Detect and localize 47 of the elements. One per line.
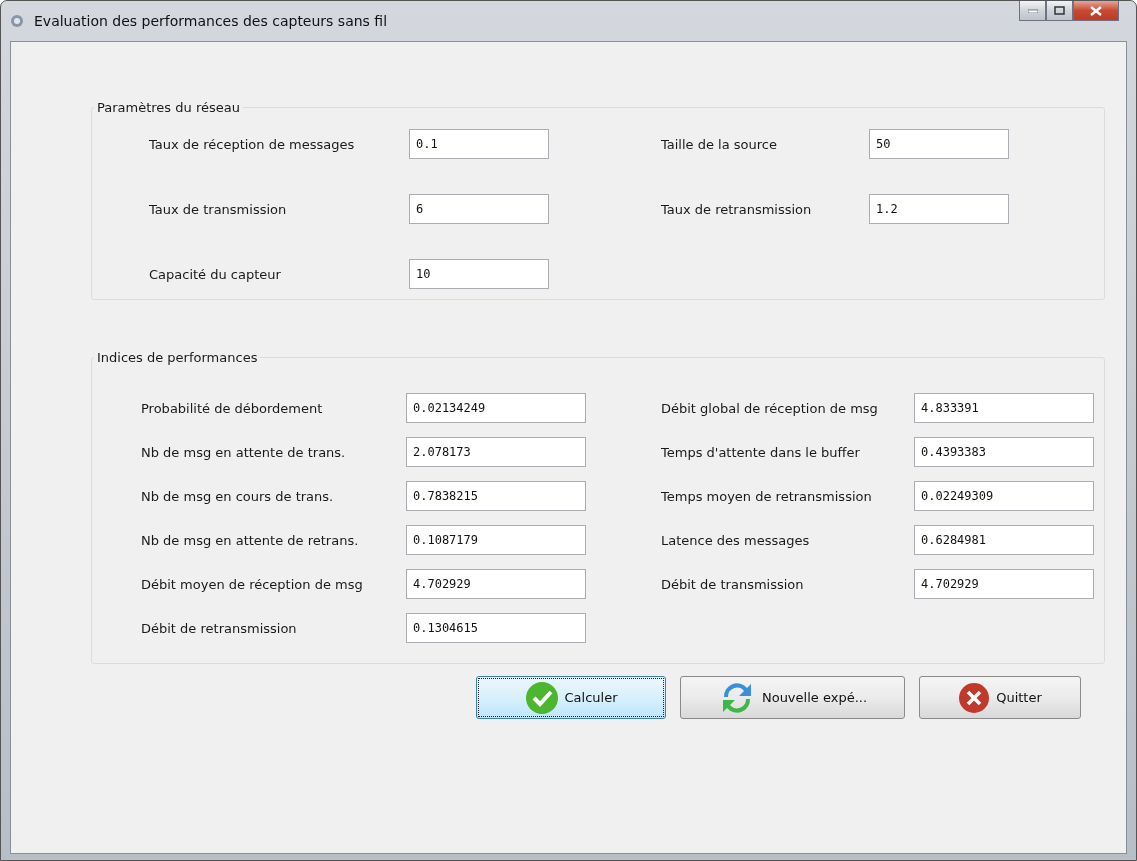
field-label: Probabilité de débordement — [141, 400, 324, 416]
input-field[interactable]: 0.02134249 — [406, 393, 586, 423]
maximize-button[interactable] — [1046, 1, 1073, 21]
field-label: Temps d'attente dans le buffer — [661, 444, 861, 460]
field-label: Nb de msg en attente de trans. — [141, 444, 347, 460]
input-field[interactable]: 1.2 — [869, 194, 1009, 224]
input-field[interactable]: 0.1087179 — [406, 525, 586, 555]
input-field[interactable]: 4.833391 — [914, 393, 1094, 423]
field-label: Capacité du capteur — [149, 266, 282, 282]
field-label: Latence des messages — [661, 532, 811, 548]
window-title: Evaluation des performances des capteurs sans fil — [34, 13, 389, 29]
field-label: Taux de transmission — [149, 201, 288, 217]
input-field[interactable]: 0.7838215 — [406, 481, 586, 511]
app-icon — [10, 14, 24, 28]
input-field[interactable]: 2.078173 — [406, 437, 586, 467]
action-button[interactable]: Quitter — [919, 676, 1081, 719]
input-field[interactable]: 10 — [409, 259, 549, 289]
input-field[interactable]: 6 — [409, 194, 549, 224]
close-icon — [958, 681, 991, 714]
field-label: Débit de retransmission — [141, 620, 298, 636]
check-icon — [524, 680, 559, 715]
input-field[interactable]: 4.702929 — [406, 569, 586, 599]
input-field[interactable]: 0.4393383 — [914, 437, 1094, 467]
field-label: Nb de msg en attente de retrans. — [141, 532, 360, 548]
input-field[interactable]: 4.702929 — [914, 569, 1094, 599]
close-button[interactable] — [1073, 1, 1119, 21]
input-field[interactable]: 0.02249309 — [914, 481, 1094, 511]
group-title: Paramètres du réseau — [96, 100, 241, 115]
input-field[interactable]: 50 — [869, 129, 1009, 159]
field-label: Débit global de réception de msg — [661, 400, 879, 416]
minimize-icon — [1027, 8, 1038, 13]
field-label: Taux de réception de messages — [149, 136, 356, 152]
close-icon — [1090, 5, 1102, 16]
input-field[interactable]: 0.1304615 — [406, 613, 586, 643]
field-label: Taille de la source — [661, 136, 778, 152]
field-label: Débit moyen de réception de msg — [141, 576, 364, 592]
field-label: Débit de transmission — [661, 576, 805, 592]
action-button[interactable]: Calculer — [476, 676, 666, 719]
group-title: Indices de performances — [96, 350, 259, 365]
input-field[interactable]: 0.1 — [409, 129, 549, 159]
field-label: Nb de msg en cours de trans. — [141, 488, 335, 504]
maximize-icon — [1054, 6, 1065, 15]
field-label: Temps moyen de retransmission — [661, 488, 873, 504]
input-field[interactable]: 0.6284981 — [914, 525, 1094, 555]
field-label: Taux de retransmission — [661, 201, 813, 217]
action-button[interactable]: Nouvelle expé... — [680, 676, 905, 719]
minimize-button[interactable] — [1019, 1, 1046, 21]
